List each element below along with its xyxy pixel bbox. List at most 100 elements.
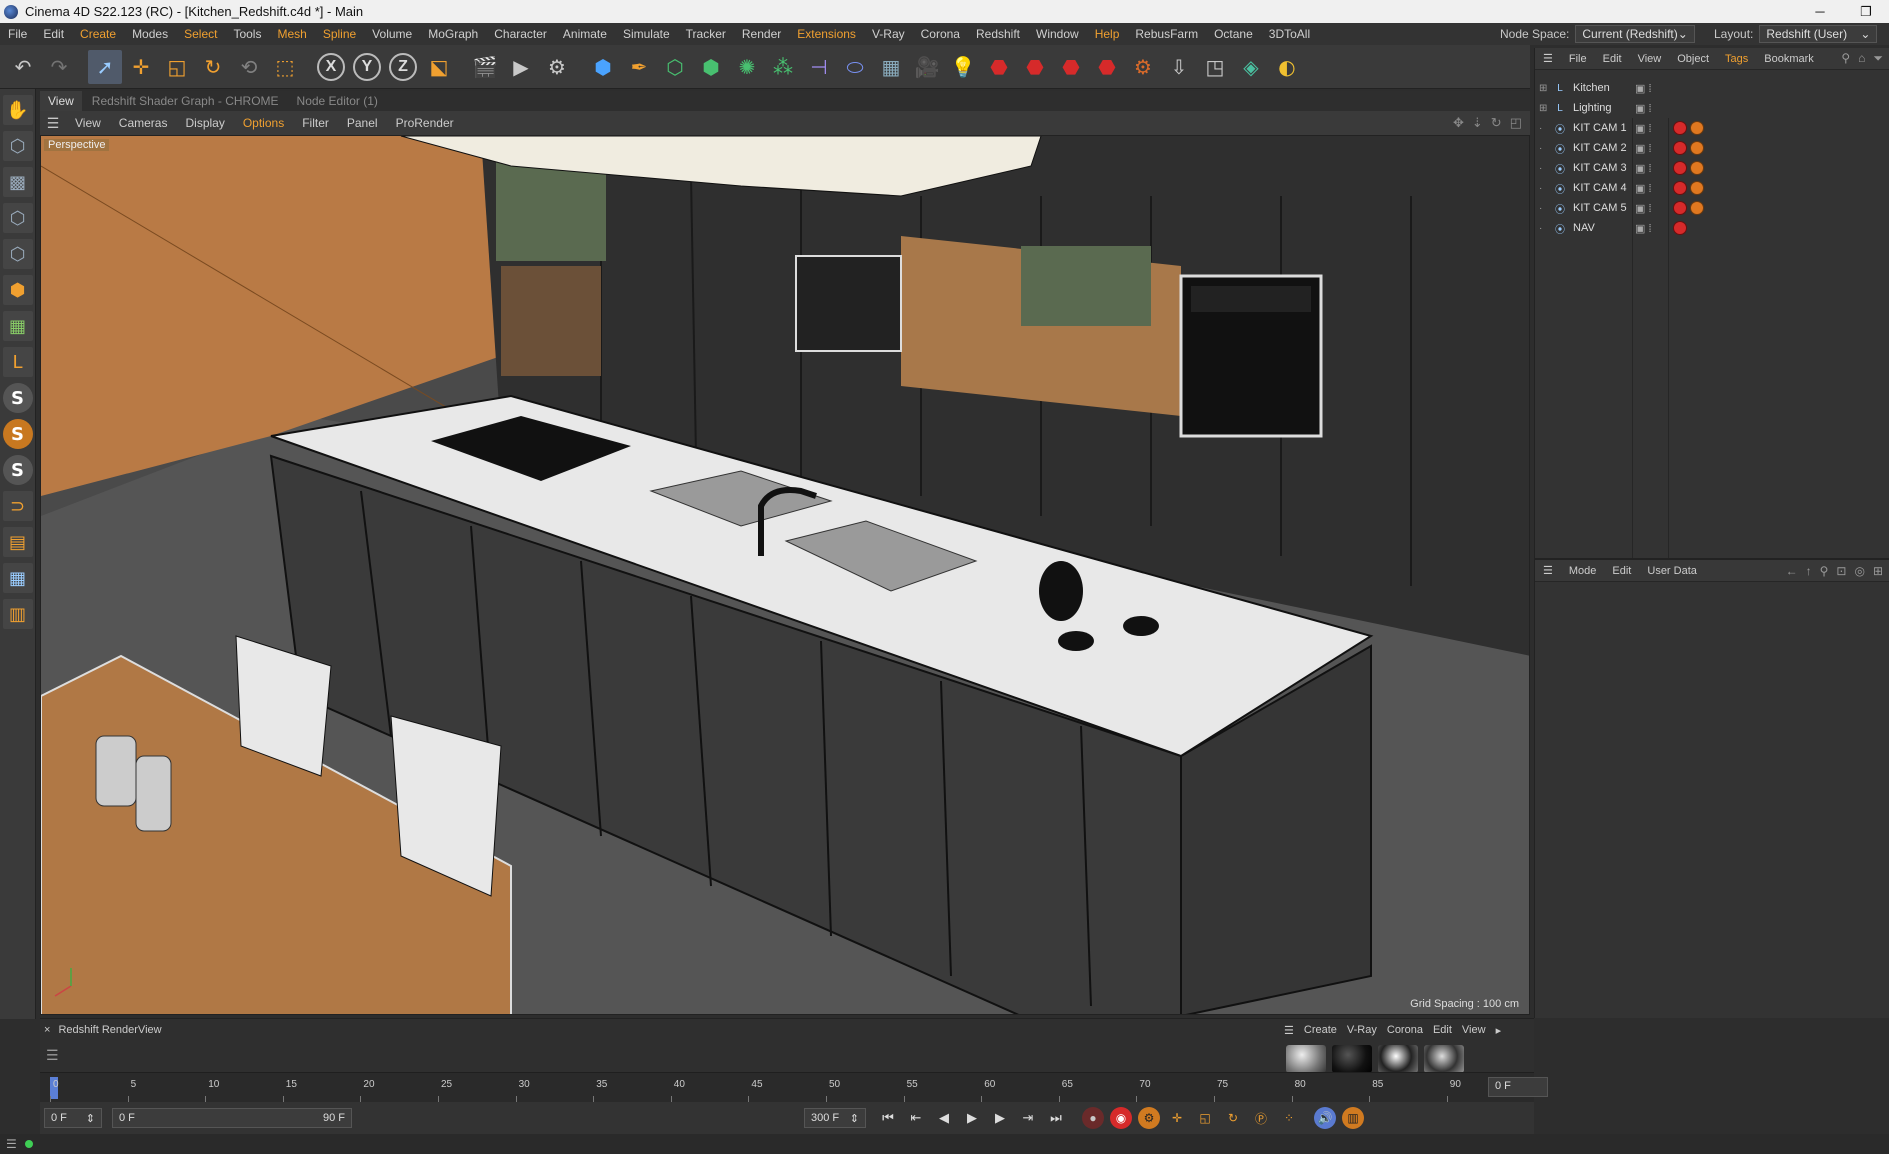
up-arrow-icon[interactable]: ↑ (1806, 564, 1812, 578)
expand-icon[interactable]: ⊞ (1539, 83, 1551, 94)
camera-button[interactable]: 🎥 (910, 50, 944, 84)
model-mode-button[interactable]: ⬡ (2, 131, 33, 161)
object-row[interactable]: ⊞ L Kitchen ▣ ⁞ (1535, 78, 1889, 98)
menu-help[interactable]: Help (1087, 27, 1128, 41)
object-name[interactable]: Kitchen (1573, 82, 1693, 94)
pen-spline-button[interactable]: ✒ (622, 50, 656, 84)
mm-menu-corona[interactable]: Corona (1387, 1024, 1423, 1036)
menu-create[interactable]: Create (72, 27, 124, 41)
3d-viewport[interactable]: Perspective Grid Spacing : 100 cm (40, 135, 1530, 1015)
redshift-camera-tag-icon[interactable] (1673, 221, 1687, 235)
visibility-toggle-icon[interactable]: ▣ ⁞ (1635, 82, 1652, 95)
hamburger-menu-icon[interactable]: ☰ (1284, 1024, 1294, 1037)
previous-key-button[interactable]: ⇤ (904, 1106, 928, 1130)
om-menu-tags[interactable]: Tags (1717, 53, 1756, 65)
mm-menu-view[interactable]: View (1462, 1024, 1486, 1036)
redshift-camera-tag-icon[interactable] (1673, 121, 1687, 135)
am-menu-edit[interactable]: Edit (1604, 565, 1639, 577)
snap-button[interactable]: S (2, 383, 33, 413)
live-selection-button[interactable]: ➚ (88, 49, 122, 84)
render-settings-button[interactable]: ⚙ (540, 50, 574, 84)
locked-workplane-button[interactable]: ▦ (2, 563, 33, 593)
redo-button[interactable]: ↷ (42, 50, 76, 84)
menu-select[interactable]: Select (176, 27, 225, 41)
object-row[interactable]: · ⦿ KIT CAM 1 ▣ ⁞ (1535, 118, 1889, 138)
cloner-button[interactable]: ✺ (730, 50, 764, 84)
mm-menu-vray[interactable]: V-Ray (1347, 1024, 1377, 1036)
points-mode-button[interactable]: ⬡ (2, 203, 33, 233)
add-panel-icon[interactable]: ⊞ (1873, 564, 1883, 578)
protection-tag-icon[interactable] (1690, 141, 1704, 155)
axis-mode-button[interactable]: L (2, 347, 33, 377)
uv-mode-button[interactable]: ▦ (2, 311, 33, 341)
next-frame-button[interactable]: ▶ (988, 1106, 1012, 1130)
key-position-button[interactable]: ✛ (1166, 1107, 1188, 1129)
redshift-camera-tag-icon[interactable] (1673, 201, 1687, 215)
zoom-view-icon[interactable]: ⇣ (1472, 115, 1483, 131)
visibility-toggle-icon[interactable]: ▣ ⁞ (1635, 102, 1652, 115)
tab-node-editor[interactable]: Node Editor (1) (289, 91, 386, 111)
hamburger-menu-icon[interactable]: ☰ (1535, 52, 1561, 65)
tab-view[interactable]: View (40, 91, 82, 111)
polygons-mode-button[interactable]: ⬢ (2, 275, 33, 305)
x-axis-lock-button[interactable]: X (314, 50, 348, 84)
layer-button[interactable]: ◳ (1198, 50, 1232, 84)
go-to-end-button[interactable]: ⏭ (1044, 1106, 1068, 1130)
render-region-button[interactable]: 🎬 (468, 50, 502, 84)
planar-workplane-button[interactable]: ▥ (2, 599, 33, 629)
redshift-camera-tag-icon[interactable] (1673, 161, 1687, 175)
vp-menu-cameras[interactable]: Cameras (110, 116, 177, 130)
z-axis-lock-button[interactable]: Z (386, 50, 420, 84)
om-menu-file[interactable]: File (1561, 53, 1595, 65)
material-swatch[interactable] (1286, 1045, 1326, 1073)
field-button[interactable]: ⬭ (838, 50, 872, 84)
protection-tag-icon[interactable] (1690, 121, 1704, 135)
timeline-ruler[interactable]: 0 5 10 15 20 25 30 35 40 45 50 55 60 65 70 75 80 85 90 0 F (40, 1072, 1548, 1102)
menu-volume[interactable]: Volume (364, 27, 420, 41)
lock-icon[interactable]: ⊡ (1836, 564, 1846, 578)
hamburger-menu-icon[interactable]: ☰ (40, 115, 66, 132)
light-button[interactable]: 💡 (946, 50, 980, 84)
object-row[interactable]: · ⦿ NAV ▣ ⁞ (1535, 218, 1889, 238)
hamburger-menu-icon[interactable]: ☰ (46, 1047, 59, 1064)
node-space-dropdown[interactable]: Current (Redshift) ⌄ (1575, 25, 1695, 43)
quantize-button[interactable]: S (2, 455, 33, 485)
texture-mode-button[interactable]: ▩ (2, 167, 33, 197)
menu-render[interactable]: Render (734, 27, 789, 41)
coordinate-system-button[interactable]: ⬕ (422, 50, 456, 84)
timeline-layout-button[interactable]: ▥ (1342, 1107, 1364, 1129)
redshift-object-button[interactable]: ⬣ (1054, 50, 1088, 84)
object-row[interactable]: ⊞ L Lighting ▣ ⁞ (1535, 98, 1889, 118)
menu-redshift[interactable]: Redshift (968, 27, 1028, 41)
frame-range-slider[interactable]: 0 F 90 F (112, 1108, 352, 1128)
object-row[interactable]: · ⦿ KIT CAM 2 ▣ ⁞ (1535, 138, 1889, 158)
menu-tracker[interactable]: Tracker (678, 27, 734, 41)
previous-frame-button[interactable]: ◀ (932, 1106, 956, 1130)
menu-rebusfarm[interactable]: RebusFarm (1127, 27, 1206, 41)
om-menu-bookmark[interactable]: Bookmark (1756, 53, 1822, 65)
mograph-button[interactable]: ⁂ (766, 50, 800, 84)
vp-menu-filter[interactable]: Filter (293, 116, 338, 130)
om-menu-view[interactable]: View (1630, 53, 1670, 65)
vp-menu-prorender[interactable]: ProRender (387, 116, 463, 130)
keyframe-selection-button[interactable]: ⚙ (1138, 1107, 1160, 1129)
timeline-frame-field[interactable]: 0 F (1488, 1077, 1548, 1097)
tab-shader-graph[interactable]: Redshift Shader Graph - CHROME (84, 91, 287, 111)
max-frame-field[interactable]: 300 F ⇕ (804, 1108, 866, 1128)
menu-modes[interactable]: Modes (124, 27, 176, 41)
rotate-tool-button[interactable]: ↻ (196, 50, 230, 84)
key-pla-button[interactable]: ⁘ (1278, 1107, 1300, 1129)
scene-organizer-button[interactable]: ◈ (1234, 50, 1268, 84)
sound-button[interactable]: 🔊 (1314, 1107, 1336, 1129)
next-key-button[interactable]: ⇥ (1016, 1106, 1040, 1130)
vp-menu-options[interactable]: Options (234, 116, 293, 130)
menu-file[interactable]: File (0, 27, 35, 41)
menu-3dtoall[interactable]: 3DToAll (1261, 27, 1318, 41)
mm-menu-create[interactable]: Create (1304, 1024, 1337, 1036)
key-scale-button[interactable]: ◱ (1194, 1107, 1216, 1129)
redshift-light-button[interactable]: ⬣ (1090, 50, 1124, 84)
om-menu-edit[interactable]: Edit (1595, 53, 1630, 65)
play-button[interactable]: ▶ (960, 1106, 984, 1130)
am-menu-user-data[interactable]: User Data (1639, 565, 1705, 577)
mm-menu-edit[interactable]: Edit (1433, 1024, 1452, 1036)
